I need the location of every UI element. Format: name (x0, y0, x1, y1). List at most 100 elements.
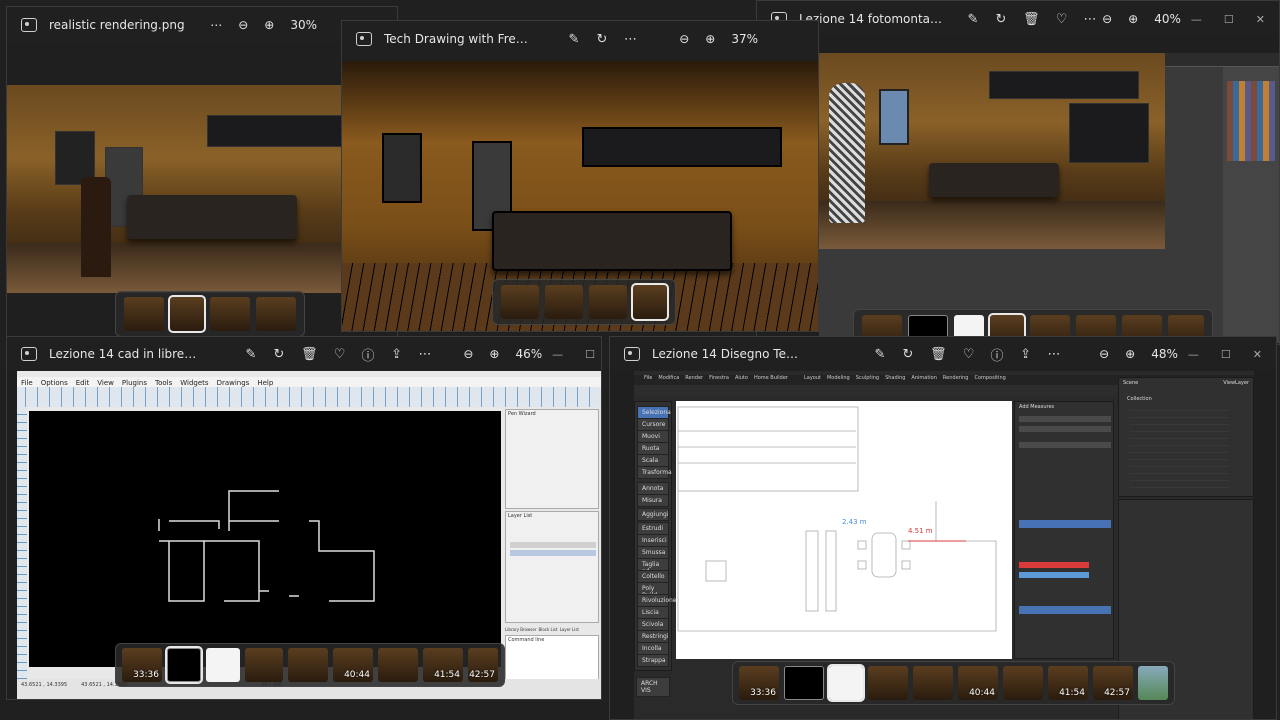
title-bar[interactable]: Tech Drawing with Freestyl... ✎ ↻ ⋯ ⊖ ⊕ … (342, 21, 818, 57)
rotate-icon[interactable]: ↻ (995, 12, 1007, 27)
title-bar[interactable]: Lezione 14 cad in librecad.j... ✎ ↻ 🗑 ♡ … (7, 337, 601, 371)
film-thumb-selected[interactable] (631, 283, 669, 321)
film-thumb[interactable]: 40:44 (333, 648, 373, 682)
share-icon[interactable]: ⇪ (1020, 347, 1032, 362)
edit-icon[interactable]: ✎ (874, 347, 886, 362)
delete-icon[interactable]: 🗑 (930, 347, 947, 362)
film-thumb[interactable] (210, 297, 250, 331)
minimize-icon[interactable]: — (552, 348, 563, 361)
film-thumb[interactable]: 40:44 (958, 666, 998, 700)
filmstrip[interactable] (492, 279, 676, 325)
zoom-in-icon[interactable]: ⊕ (264, 18, 274, 32)
film-thumb[interactable] (378, 648, 418, 682)
workspace-tab[interactable]: Rendering (943, 375, 969, 385)
workspace-tab[interactable]: Compositing (974, 375, 1005, 385)
tool-rip[interactable]: Strappa (637, 654, 669, 667)
minimize-icon[interactable]: — (1191, 13, 1202, 26)
tool-measure[interactable]: Misura (637, 494, 669, 507)
title-bar[interactable]: Lezione 14 fotomontaggio... ✎ ↻ 🗑 ♡ ⋯ ⊖ … (757, 1, 1279, 37)
info-icon[interactable]: ⓘ (362, 345, 375, 364)
zoom-out-icon[interactable]: ⊖ (1102, 12, 1112, 26)
archvis-tab[interactable]: ARCH VIS (636, 677, 670, 697)
minimize-icon[interactable]: — (1188, 348, 1199, 361)
film-thumb-selected[interactable] (165, 646, 203, 684)
more-icon[interactable]: ⋯ (1048, 347, 1061, 362)
close-icon[interactable]: ✕ (1253, 348, 1262, 361)
zoom-level: 48% (1151, 347, 1178, 361)
zoom-in-icon[interactable]: ⊕ (489, 347, 499, 361)
photos-window-realistic-rendering[interactable]: realistic rendering.png ⋯ ⊖ ⊕ 30% (6, 6, 398, 344)
photos-window-tech-drawing[interactable]: Tech Drawing with Freestyl... ✎ ↻ ⋯ ⊖ ⊕ … (341, 20, 819, 332)
edit-icon[interactable]: ✎ (967, 12, 979, 27)
cad-tab[interactable]: Library Browser (505, 627, 536, 632)
film-thumb[interactable]: 41:54 (423, 648, 463, 682)
film-thumb[interactable] (868, 666, 908, 700)
title-bar[interactable]: Lezione 14 Disegno Tecnico... ✎ ↻ 🗑 ♡ ⓘ … (610, 337, 1276, 371)
tool-add[interactable]: Aggiungi (637, 508, 669, 521)
delete-icon[interactable]: 🗑 (1023, 12, 1040, 27)
film-thumb[interactable] (256, 297, 296, 331)
more-icon[interactable]: ⋯ (1084, 12, 1097, 27)
zoom-out-icon[interactable]: ⊖ (679, 32, 689, 46)
film-thumb[interactable] (245, 648, 283, 682)
film-thumb[interactable] (589, 285, 627, 319)
more-icon[interactable]: ⋯ (419, 347, 432, 362)
edit-icon[interactable]: ✎ (245, 347, 257, 362)
photos-window-fotomontaggio[interactable]: Lezione 14 fotomontaggio... ✎ ↻ 🗑 ♡ ⋯ ⊖ … (756, 0, 1280, 345)
cad-tab[interactable]: Block List (538, 627, 557, 632)
film-thumb[interactable]: 33:36 (739, 666, 779, 700)
zoom-out-icon[interactable]: ⊖ (1099, 347, 1109, 361)
workspace-tab[interactable]: Sculpting (856, 375, 879, 385)
film-thumb-selected[interactable] (168, 295, 206, 333)
zoom-in-icon[interactable]: ⊕ (1128, 12, 1138, 26)
film-thumb[interactable] (545, 285, 583, 319)
heart-icon[interactable]: ♡ (334, 347, 346, 362)
film-thumb[interactable] (206, 648, 240, 682)
photos-window-librecad[interactable]: Lezione 14 cad in librecad.j... ✎ ↻ 🗑 ♡ … (6, 336, 602, 700)
workspace-tab[interactable]: Animation (911, 375, 937, 385)
film-thumb[interactable] (1138, 666, 1168, 700)
filmstrip[interactable] (115, 291, 305, 337)
rotate-icon[interactable]: ↻ (596, 32, 608, 47)
cad-drawing-area[interactable] (29, 411, 501, 667)
heart-icon[interactable]: ♡ (1056, 12, 1068, 27)
delete-icon[interactable]: 🗑 (301, 347, 318, 362)
film-thumb[interactable]: 41:54 (1048, 666, 1088, 700)
workspace-tab[interactable]: Modeling (827, 375, 850, 385)
zoom-in-icon[interactable]: ⊕ (1125, 347, 1135, 361)
rotate-icon[interactable]: ↻ (902, 347, 914, 362)
more-icon[interactable]: ⋯ (210, 18, 222, 32)
rotate-icon[interactable]: ↻ (273, 347, 285, 362)
photos-window-blender[interactable]: Lezione 14 Disegno Tecnico... ✎ ↻ 🗑 ♡ ⓘ … (609, 336, 1277, 720)
filmstrip[interactable]: 33:36 40:44 41:54 42:57 (115, 643, 505, 687)
close-icon[interactable]: ✕ (1256, 13, 1265, 26)
film-thumb[interactable] (124, 297, 164, 331)
heart-icon[interactable]: ♡ (963, 347, 975, 362)
film-thumb[interactable] (1003, 666, 1043, 700)
more-icon[interactable]: ⋯ (624, 32, 637, 47)
film-thumb[interactable] (501, 285, 539, 319)
cad-tab[interactable]: Layer List (560, 627, 579, 632)
film-thumb[interactable] (288, 648, 328, 682)
blender-viewport[interactable]: 2.43 m 4.51 m (676, 401, 1012, 659)
workspace-tab[interactable]: Layout (804, 375, 821, 385)
film-thumb[interactable] (913, 666, 953, 700)
tool-transform[interactable]: Trasforma (637, 466, 672, 479)
film-thumb[interactable] (784, 666, 824, 700)
film-thumb[interactable]: 42:57 (1093, 666, 1133, 700)
maximize-icon[interactable]: ☐ (585, 348, 595, 361)
film-thumb-selected[interactable] (827, 664, 865, 702)
film-thumb[interactable]: 42:57 (468, 648, 498, 682)
zoom-out-icon[interactable]: ⊖ (463, 347, 473, 361)
film-thumb[interactable]: 33:36 (122, 648, 162, 682)
zoom-in-icon[interactable]: ⊕ (705, 32, 715, 46)
edit-icon[interactable]: ✎ (568, 32, 580, 47)
info-icon[interactable]: ⓘ (991, 345, 1004, 364)
maximize-icon[interactable]: ☐ (1221, 348, 1231, 361)
title-bar[interactable]: realistic rendering.png ⋯ ⊖ ⊕ 30% (7, 7, 397, 43)
share-icon[interactable]: ⇪ (391, 347, 403, 362)
workspace-tab[interactable]: Shading (885, 375, 905, 385)
filmstrip[interactable]: 33:36 40:44 41:54 42:57 (732, 661, 1175, 705)
maximize-icon[interactable]: ☐ (1224, 13, 1234, 26)
zoom-out-icon[interactable]: ⊖ (238, 18, 248, 32)
